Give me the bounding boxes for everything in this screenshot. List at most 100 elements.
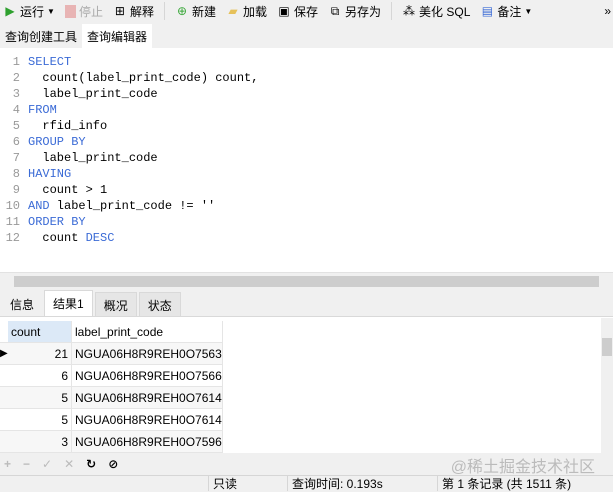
tab-query-builder[interactable]: 查询创建工具 (0, 24, 82, 48)
sql-editor[interactable]: 1 SELECT 2 count(label_print_code) count, 3… (0, 48, 613, 272)
column-header-count[interactable]: count (8, 321, 72, 343)
sql-keyword: DESC (85, 231, 115, 245)
table-row[interactable]: 6 NGUA06H8R9REH0O7566 (0, 365, 223, 387)
tab-result1[interactable]: 结果1 (44, 290, 93, 316)
magic-wand-icon: ⁂ (403, 4, 416, 18)
sql-keyword: SELECT (28, 55, 72, 69)
scrollbar-thumb[interactable] (14, 276, 599, 287)
sql-text: count (28, 231, 86, 245)
editor-tabs: 查询创建工具 查询编辑器 (0, 24, 153, 48)
sql-text: rfid_info (28, 119, 108, 133)
row-indicator (0, 365, 8, 387)
sql-text: count > 1 (28, 183, 108, 197)
cell-count[interactable]: 5 (8, 387, 72, 409)
code-line: 5 rfid_info (0, 118, 613, 134)
line-number: 6 (12, 135, 20, 149)
sql-text: label_print_code != '' (49, 199, 216, 213)
folder-icon: ▰ (228, 4, 238, 18)
note-icon: ▤ (481, 4, 494, 18)
row-indicator (0, 431, 8, 453)
cell-label-print-code[interactable]: NGUA06H8R9REH0O7596 (72, 431, 223, 453)
delete-record-icon[interactable]: − (23, 457, 30, 471)
cell-count[interactable]: 3 (8, 431, 72, 453)
cell-label-print-code[interactable]: NGUA06H8R9REH0O7614 (72, 387, 223, 409)
line-number: 3 (12, 87, 20, 101)
apply-icon[interactable]: ✓ (42, 457, 52, 471)
sql-keyword: AND (28, 199, 50, 213)
result-tabs: 信息 结果1 概况 状态 (0, 290, 181, 316)
vertical-scrollbar[interactable] (601, 318, 613, 453)
divider (391, 2, 393, 20)
run-button[interactable]: ▶ 运行 ▼ (3, 3, 55, 20)
cell-label-print-code[interactable]: NGUA06H8R9REH0O7563 (72, 343, 223, 365)
sql-keyword: ORDER BY (28, 215, 86, 229)
beautify-sql-button[interactable]: ⁂ 美化 SQL (402, 3, 470, 20)
load-button[interactable]: ▰ 加载 (226, 3, 267, 20)
code-line: 1 SELECT (0, 54, 613, 70)
sql-keyword: FROM (28, 103, 57, 117)
code-line: 11 ORDER BY (0, 214, 613, 230)
divider (163, 2, 165, 20)
explain-icon: ⊞ (114, 4, 125, 18)
line-number: 7 (12, 151, 20, 165)
cell-count[interactable]: 5 (8, 409, 72, 431)
save-as-icon: ⧉ (330, 4, 340, 18)
note-button[interactable]: ▤ 备注 ▼ (480, 3, 533, 20)
sql-keyword: HAVING (28, 167, 72, 181)
table-row[interactable]: 3 NGUA06H8R9REH0O7596 (0, 431, 223, 453)
code-line: 7 label_print_code (0, 150, 613, 166)
cell-count[interactable]: 21 (8, 343, 72, 365)
code-line: 2 count(label_print_code) count, (0, 70, 613, 86)
explain-button[interactable]: ⊞ 解释 (113, 3, 154, 20)
column-header-label-print-code[interactable]: label_print_code (72, 321, 223, 343)
code-line: 4 FROM (0, 102, 613, 118)
tab-query-editor[interactable]: 查询编辑器 (82, 24, 153, 48)
line-number: 9 (12, 183, 20, 197)
grid-header: count label_print_code (0, 321, 223, 343)
table-row[interactable]: ▶ 21 NGUA06H8R9REH0O7563 (0, 343, 223, 365)
more-button[interactable]: » (604, 4, 611, 18)
tab-info[interactable]: 信息 (2, 292, 42, 316)
add-record-icon[interactable]: + (4, 457, 11, 471)
save-as-button[interactable]: ⧉ 另存为 (328, 3, 381, 20)
scrollbar-thumb[interactable] (602, 338, 612, 356)
horizontal-scrollbar[interactable] (0, 272, 613, 289)
line-number: 10 (5, 199, 20, 213)
status-bar: 只读 查询时间: 0.193s 第 1 条记录 (共 1511 条) (0, 475, 613, 491)
tab-status[interactable]: 状态 (138, 292, 181, 316)
sql-text: label_print_code (28, 151, 158, 165)
cell-label-print-code[interactable]: NGUA06H8R9REH0O7614 (72, 409, 223, 431)
table-row[interactable]: 5 NGUA06H8R9REH0O7614 (0, 387, 223, 409)
dropdown-icon[interactable]: ▼ (524, 7, 532, 16)
line-number: 5 (12, 119, 20, 133)
row-indicator (0, 409, 8, 431)
dropdown-icon[interactable]: ▼ (47, 7, 55, 16)
code-line: 12 count DESC (0, 230, 613, 246)
sql-keyword: GROUP BY (28, 135, 86, 149)
main-toolbar: ▶ 运行 ▼ 停止 ⊞ 解释 ⊕ 新建 ▰ 加载 ▣ 保存 ⧉ 另存为 ⁂ 美化 SQL ▤ 备注… (0, 0, 613, 22)
result-grid[interactable]: count label_print_code ▶ 21 NGUA06H8R9REH0… (0, 316, 613, 453)
line-number: 2 (12, 71, 20, 85)
stop-button[interactable]: 停止 (64, 3, 103, 20)
new-button[interactable]: ⊕ 新建 (175, 3, 216, 20)
cell-count[interactable]: 6 (8, 365, 72, 387)
cancel-icon[interactable]: ✕ (64, 457, 74, 471)
refresh-icon[interactable]: ↻ (86, 457, 96, 471)
new-query-icon: ⊕ (176, 4, 187, 18)
code-line: 3 label_print_code (0, 86, 613, 102)
cell-label-print-code[interactable]: NGUA06H8R9REH0O7566 (72, 365, 223, 387)
query-time: 查询时间: 0.193s (287, 476, 437, 491)
save-icon: ▣ (278, 4, 290, 18)
stop-icon (64, 4, 76, 18)
play-icon: ▶ (5, 4, 15, 18)
stop-icon[interactable]: ⊘ (108, 457, 118, 471)
table-row[interactable]: 5 NGUA06H8R9REH0O7614 (0, 409, 223, 431)
line-number: 1 (12, 55, 20, 69)
watermark: @稀土掘金技术社区 (450, 459, 595, 476)
line-number: 4 (12, 103, 20, 117)
sql-text: label_print_code (28, 87, 158, 101)
save-button[interactable]: ▣ 保存 (277, 3, 318, 20)
tab-overview[interactable]: 概况 (94, 292, 137, 316)
code-line: 10 AND label_print_code != '' (0, 198, 613, 214)
code-line: 9 count > 1 (0, 182, 613, 198)
